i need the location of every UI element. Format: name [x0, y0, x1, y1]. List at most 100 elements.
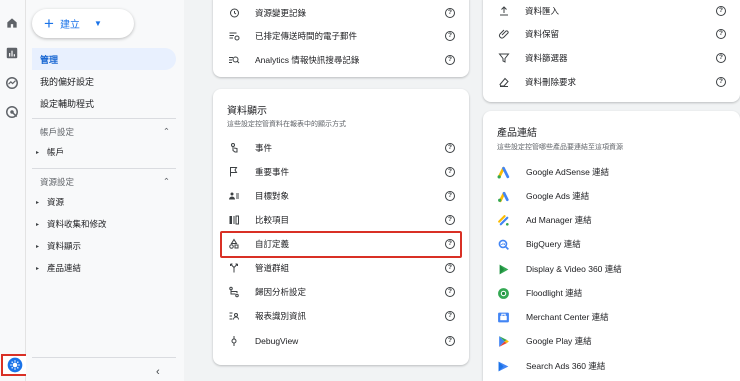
row-label: Merchant Center 連結	[526, 312, 609, 322]
nav-item-preferences[interactable]: 我的偏好設定	[32, 70, 94, 92]
row-key-events[interactable]: 重要事件 ?	[213, 162, 469, 182]
row-floodlight-links[interactable]: Floodlight 連結	[483, 283, 740, 303]
card-subtitle: 這些設定控管資料在報表中的顯示方式	[227, 121, 346, 128]
eraser-icon	[497, 75, 511, 89]
nav-sub-label: 帳戶	[47, 147, 65, 157]
advertising-icon[interactable]	[3, 103, 21, 121]
row-scheduled-emails[interactable]: 已排定傳送時間的電子郵件 ?	[213, 26, 469, 46]
ad-manager-logo-icon	[498, 214, 509, 226]
nav-item-admin[interactable]: 管理	[32, 48, 176, 70]
help-icon[interactable]: ?	[445, 263, 455, 273]
dv360-logo-icon	[499, 264, 509, 274]
row-google-ads-links[interactable]: Google Ads 連結	[483, 186, 740, 206]
row-label: 比較項目	[255, 215, 290, 225]
floodlight-logo-icon	[498, 287, 509, 299]
row-dv360-links[interactable]: Display & Video 360 連結	[483, 259, 740, 279]
nav-sub-data-display[interactable]: ▸ 資料顯示	[36, 237, 81, 255]
row-label: 資源變更記錄	[255, 8, 307, 18]
row-google-play-links[interactable]: Google Play 連結	[483, 331, 740, 351]
nav-sub-property[interactable]: ▸ 資源	[36, 193, 64, 211]
row-label: 事件	[255, 143, 273, 153]
row-label: BigQuery 連結	[526, 239, 581, 249]
admin-nav: + 建立 ▼ 管理 我的偏好設定 設定輔助程式 帳戶設定 ⌃ ▸ 帳戶 資源設定…	[26, 0, 184, 381]
audience-icon	[227, 189, 241, 203]
data-management-card: 資料匯入 ? 資料保留 ? 資料篩選器 ? 資料刪除要求 ?	[483, 0, 740, 102]
adsense-logo-icon	[497, 166, 510, 178]
help-icon[interactable]: ?	[445, 167, 455, 177]
nav-sub-label: 資料顯示	[47, 241, 82, 251]
row-label: 目標對象	[255, 191, 290, 201]
expand-triangle-icon: ▸	[36, 199, 40, 206]
reports-icon[interactable]	[3, 44, 21, 62]
help-icon[interactable]: ?	[445, 287, 455, 297]
explore-icon[interactable]	[3, 74, 21, 92]
row-ad-manager-links[interactable]: Ad Manager 連結	[483, 210, 740, 230]
flag-icon	[227, 165, 241, 179]
row-data-filters[interactable]: 資料篩選器 ?	[483, 48, 740, 68]
row-attribution-settings[interactable]: 歸因分析設定 ?	[213, 282, 469, 302]
help-icon[interactable]: ?	[716, 29, 726, 39]
admin-gear-button[interactable]	[1, 354, 29, 376]
card-title: 資料顯示	[227, 106, 267, 117]
filter-icon	[497, 51, 511, 65]
row-data-import[interactable]: 資料匯入 ?	[483, 1, 740, 21]
help-icon[interactable]: ?	[445, 191, 455, 201]
product-links-card: 產品連結 這些設定控管哪些產品要連結至這項資源 Google AdSense 連…	[483, 111, 740, 381]
card-subtitle: 這些設定控管哪些產品要連結至這項資源	[497, 144, 623, 151]
google-play-logo-icon	[499, 335, 509, 347]
row-bigquery-links[interactable]: BigQuery 連結	[483, 234, 740, 254]
help-icon[interactable]: ?	[716, 53, 726, 63]
custom-definitions-highlight	[220, 231, 462, 258]
nav-sub-label: 資源	[47, 197, 65, 207]
sa360-logo-icon	[498, 361, 509, 371]
create-button[interactable]: + 建立 ▼	[32, 9, 134, 38]
row-insights-search-history[interactable]: Analytics 情報快訊搜尋記錄 ?	[213, 50, 469, 70]
row-data-retention[interactable]: 資料保留 ?	[483, 24, 740, 44]
row-comparisons[interactable]: 比較項目 ?	[213, 210, 469, 230]
debug-icon	[227, 334, 241, 348]
nav-divider	[32, 357, 176, 358]
account-settings-title: 帳戶設定	[40, 127, 75, 137]
row-label: 資料匯入	[525, 6, 560, 16]
row-label: Google AdSense 連結	[526, 167, 610, 177]
row-label: 歸因分析設定	[255, 287, 307, 297]
help-icon[interactable]: ?	[445, 336, 455, 346]
help-icon[interactable]: ?	[445, 31, 455, 41]
row-label: Analytics 情報快訊搜尋記錄	[255, 55, 360, 65]
account-settings-header[interactable]: 帳戶設定 ⌃	[40, 126, 170, 138]
row-debugview[interactable]: DebugView ?	[213, 331, 469, 351]
row-change-history[interactable]: 資源變更記錄 ?	[213, 3, 469, 23]
row-merchant-center-links[interactable]: Merchant Center 連結	[483, 307, 740, 327]
collapse-nav-chevron-icon[interactable]: ‹	[156, 366, 160, 378]
row-label: 重要事件	[255, 167, 290, 177]
plus-icon: +	[44, 14, 54, 33]
attribution-icon	[227, 285, 241, 299]
row-events[interactable]: 事件 ?	[213, 138, 469, 158]
upload-icon	[497, 4, 511, 18]
help-icon[interactable]: ?	[445, 55, 455, 65]
help-icon[interactable]: ?	[445, 143, 455, 153]
nav-sub-product-links[interactable]: ▸ 產品連結	[36, 259, 81, 277]
card-title: 產品連結	[497, 128, 537, 139]
chevron-up-icon: ⌃	[162, 126, 170, 136]
help-icon[interactable]: ?	[445, 311, 455, 321]
nav-item-setup-assistant[interactable]: 設定輔助程式	[32, 92, 94, 114]
help-icon[interactable]: ?	[445, 215, 455, 225]
property-settings-header[interactable]: 資源設定 ⌃	[40, 176, 170, 188]
scheduled-email-icon	[227, 29, 241, 43]
home-icon[interactable]	[3, 14, 21, 32]
row-adsense-links[interactable]: Google AdSense 連結	[483, 162, 740, 182]
nav-sub-data-collection[interactable]: ▸ 資料收集和修改	[36, 215, 107, 233]
row-data-deletion[interactable]: 資料刪除要求 ?	[483, 72, 740, 92]
row-reporting-identity[interactable]: 報表識別資訊 ?	[213, 306, 469, 326]
row-sa360-links[interactable]: Search Ads 360 連結	[483, 356, 740, 376]
help-icon[interactable]: ?	[716, 77, 726, 87]
row-audiences[interactable]: 目標對象 ?	[213, 186, 469, 206]
row-label: 管道群組	[255, 263, 290, 273]
help-icon[interactable]: ?	[716, 6, 726, 16]
bigquery-logo-icon	[498, 239, 509, 250]
nav-sub-account[interactable]: ▸ 帳戶	[36, 143, 64, 161]
help-icon[interactable]: ?	[445, 8, 455, 18]
row-label: 報表識別資訊	[255, 311, 307, 321]
row-channel-groups[interactable]: 管道群組 ?	[213, 258, 469, 278]
